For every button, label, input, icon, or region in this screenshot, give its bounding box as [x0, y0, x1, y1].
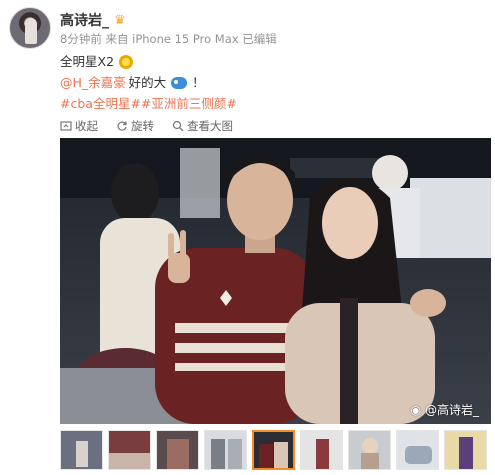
rotate-button[interactable]: 旋转	[116, 118, 154, 134]
post-line-2: @H_余嘉豪 好的大 ！	[60, 72, 237, 93]
username[interactable]: 高诗岩_ ♛	[60, 10, 126, 30]
weibo-logo-icon: ◉	[410, 402, 421, 417]
hashtag-links[interactable]: #cba全明星##亚洲前三侧颜#	[60, 93, 237, 114]
crown-icon: ♛	[114, 12, 126, 28]
image-toolbar: 收起 旋转 查看大图	[60, 118, 233, 134]
rotate-icon	[117, 121, 127, 131]
post-line-2-end: ！	[192, 75, 205, 90]
thumbnail-8[interactable]	[396, 430, 439, 470]
rotate-label: 旋转	[131, 119, 154, 133]
photo-illustration	[60, 138, 491, 424]
thumbnail-6-image	[301, 431, 342, 469]
thumbnail-7-image	[349, 431, 390, 469]
thumbnail-7[interactable]	[348, 430, 391, 470]
main-photo[interactable]: ◉ @高诗岩_	[60, 138, 491, 424]
mention-link[interactable]: @H_余嘉豪	[60, 72, 126, 93]
thumbnail-3[interactable]	[156, 430, 199, 470]
thumbnail-6[interactable]	[300, 430, 343, 470]
view-large-label: 查看大图	[187, 119, 233, 133]
avatar[interactable]	[9, 7, 51, 49]
post-line-3: #cba全明星##亚洲前三侧颜#	[60, 93, 237, 114]
thumbnail-strip	[60, 430, 491, 472]
username-text[interactable]: 高诗岩_	[60, 10, 109, 30]
post-line-2-text: 好的大	[128, 75, 167, 90]
thumbnail-5-image	[254, 432, 293, 468]
star-emoji-icon	[119, 54, 134, 69]
watermark-text: @高诗岩_	[424, 403, 479, 417]
thumbnail-2-image	[109, 431, 150, 469]
collapse-icon	[60, 121, 72, 131]
post-text: 全明星X2 @H_余嘉豪 好的大 ！ #cba全明星##亚洲前三侧颜#	[60, 51, 237, 114]
post-line-1: 全明星X2	[60, 51, 237, 72]
thumbnail-4[interactable]	[204, 430, 247, 470]
thumbnail-9[interactable]	[444, 430, 487, 470]
post-line-1-text: 全明星X2	[60, 54, 115, 69]
thumbnail-9-image	[445, 431, 486, 469]
thumbnail-5-selected[interactable]	[252, 430, 295, 470]
post-meta: 8分钟前 来自 iPhone 15 Pro Max 已编辑	[60, 32, 277, 46]
photo-watermark: ◉ @高诗岩_	[411, 401, 480, 418]
view-large-button[interactable]: 查看大图	[172, 118, 233, 134]
fish-emoji-icon	[171, 76, 188, 89]
thumbnail-1[interactable]	[60, 430, 103, 470]
magnify-icon	[172, 120, 184, 132]
thumbnail-2[interactable]	[108, 430, 151, 470]
thumbnail-3-image	[157, 431, 198, 469]
collapse-button[interactable]: 收起	[60, 118, 98, 134]
collapse-label: 收起	[75, 119, 98, 133]
thumbnail-8-image	[397, 431, 438, 469]
thumbnail-4-image	[205, 431, 246, 469]
thumbnail-1-image	[61, 431, 102, 469]
